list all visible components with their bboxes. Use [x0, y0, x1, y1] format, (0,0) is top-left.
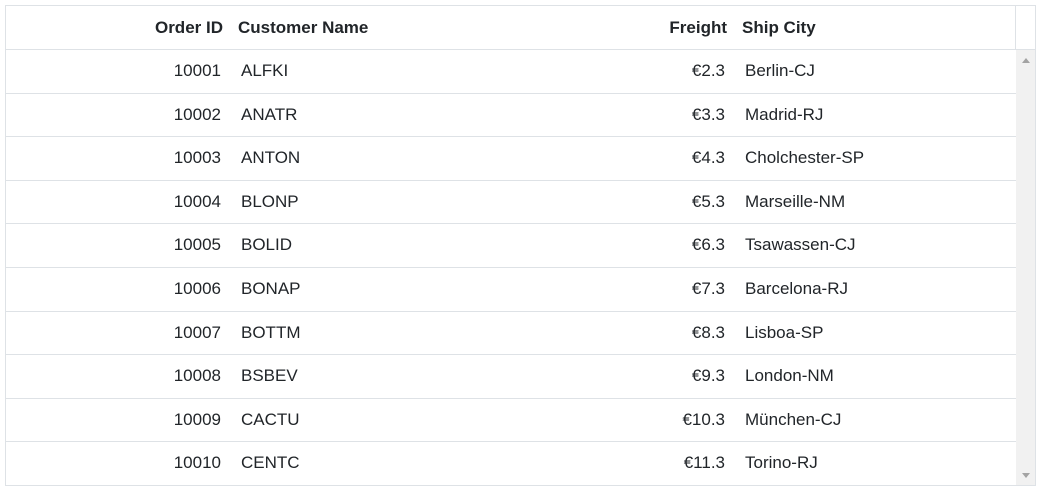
cell-customer-name: BOTTM — [241, 322, 301, 342]
cell-order-id: 10003 — [173, 148, 221, 168]
cell-ship-city: Barcelona-RJ — [745, 278, 848, 298]
cell-ship-city: Marseille-NM — [745, 191, 846, 211]
cell-ship-city: München-CJ — [745, 409, 842, 429]
cell-customer-name: BOLID — [241, 235, 293, 255]
cell-customer-name: CACTU — [241, 409, 300, 429]
table-row[interactable]: 10005 BOLID €6.3 Tsawassen-CJ — [6, 224, 1016, 268]
cell-ship-city: Madrid-RJ — [745, 104, 824, 124]
column-header-customer-name[interactable]: Customer Name — [238, 6, 538, 49]
cell-order-id: 10001 — [173, 61, 221, 80]
cell-order-id: 10002 — [173, 104, 221, 124]
cell-order-id: 10004 — [173, 191, 221, 211]
cell-order-id: 10007 — [173, 322, 221, 342]
scrollbar-thumb[interactable] — [1019, 69, 1032, 467]
vertical-scrollbar[interactable] — [1016, 50, 1035, 485]
table-row[interactable]: 10002 ANATR €3.3 Madrid-RJ — [6, 93, 1016, 138]
table-row[interactable]: 10007 BOTTM €8.3 Lisboa-SP — [6, 311, 1016, 356]
cell-freight: €8.3 — [691, 322, 725, 342]
table-row[interactable]: 10009 CACTU €10.3 München-CJ — [6, 398, 1016, 443]
cell-freight: €5.3 — [691, 191, 725, 211]
cell-freight: €10.3 — [682, 409, 725, 429]
grid-header: Order ID Customer Name Freight Ship City — [6, 6, 1035, 50]
cell-freight: €9.3 — [691, 366, 725, 386]
scroll-up-arrow-icon[interactable] — [1016, 52, 1035, 69]
cell-freight: €6.3 — [691, 235, 725, 255]
table-row[interactable]: 10008 BSBEV €9.3 London-NM — [6, 355, 1016, 399]
cell-customer-name: BONAP — [241, 278, 301, 298]
cell-ship-city: Berlin-CJ — [745, 61, 815, 80]
cell-ship-city: Cholchester-SP — [745, 148, 865, 168]
table-row[interactable]: 10010 CENTC €11.3 Torino-RJ — [6, 442, 1016, 485]
cell-ship-city: Torino-RJ — [745, 453, 818, 473]
cell-customer-name: ANTON — [241, 148, 301, 168]
cell-freight: €2.3 — [691, 61, 725, 80]
cell-customer-name: BSBEV — [241, 366, 298, 386]
column-header-order-id[interactable]: Order ID — [6, 6, 223, 49]
cell-freight: €3.3 — [691, 104, 725, 124]
cell-order-id: 10009 — [173, 409, 221, 429]
cell-customer-name: ALFKI — [241, 61, 289, 80]
table-row[interactable]: 10001 ALFKI €2.3 Berlin-CJ — [6, 50, 1016, 94]
data-grid: Order ID Customer Name Freight Ship City… — [5, 5, 1036, 486]
cell-freight: €11.3 — [683, 453, 725, 473]
cell-freight: €7.3 — [691, 278, 725, 298]
cell-order-id: 10005 — [173, 235, 221, 255]
column-header-ship-city[interactable]: Ship City — [742, 6, 1002, 49]
table-row[interactable]: 10004 BLONP €5.3 Marseille-NM — [6, 180, 1016, 225]
cell-freight: €4.3 — [691, 148, 725, 168]
cell-order-id: 10008 — [173, 366, 221, 386]
cell-order-id: 10010 — [173, 453, 221, 473]
cell-ship-city: London-NM — [745, 366, 834, 386]
cell-customer-name: ANATR — [241, 104, 298, 124]
cell-ship-city: Lisboa-SP — [745, 322, 824, 342]
table-row[interactable]: 10006 BONAP €7.3 Barcelona-RJ — [6, 267, 1016, 312]
cell-order-id: 10006 — [173, 278, 221, 298]
grid-body: 10001 ALFKI €2.3 Berlin-CJ 10002 ANATR €… — [6, 50, 1016, 485]
column-header-freight[interactable]: Freight — [546, 6, 727, 49]
table-row[interactable]: 10003 ANTON €4.3 Cholchester-SP — [6, 137, 1016, 181]
scroll-down-arrow-icon[interactable] — [1016, 467, 1035, 484]
cell-customer-name: BLONP — [241, 191, 299, 211]
cell-ship-city: Tsawassen-CJ — [745, 235, 856, 255]
header-divider — [1015, 6, 1016, 49]
cell-customer-name: CENTC — [241, 453, 300, 473]
